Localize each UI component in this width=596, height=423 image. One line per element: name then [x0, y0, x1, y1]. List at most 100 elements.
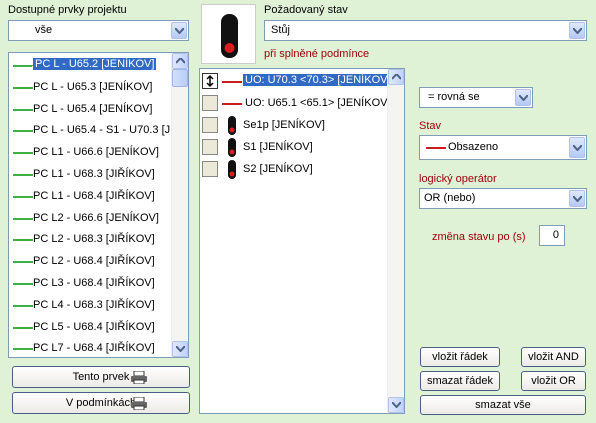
delete-row-button[interactable]: smazat řádek [420, 371, 500, 391]
chevron-down-icon[interactable] [569, 22, 585, 39]
list-item-label: PC L5 - U68.4 [JIŘÍKOV] [33, 320, 155, 333]
track-icon [13, 65, 33, 67]
list-item-label: PC L1 - U66.6 [JENÍKOV] [33, 146, 159, 159]
insert-or-button[interactable]: vložit OR [521, 371, 586, 391]
stav-value: Obsazeno [448, 141, 499, 153]
list-item-label: PC L7 - U68.4 [JIŘÍKOV] [33, 342, 155, 355]
list-item-label: PC L - U65.2 [JENÍKOV] [31, 57, 158, 71]
chevron-down-icon[interactable] [171, 22, 187, 39]
list-item-label: PC L4 - U68.3 [JIŘÍKOV] [33, 298, 155, 311]
condition-row[interactable]: S2 [JENÍKOV] [202, 159, 386, 180]
track-icon [13, 348, 33, 351]
condition-row[interactable]: UO: U70.3 <70.3> [JENÍKOV] [202, 71, 393, 92]
list-item-label: PC L2 - U68.4 [JIŘÍKOV] [33, 255, 155, 268]
scroll-up-icon[interactable] [388, 69, 404, 85]
state-label: Požadovaný stav [264, 4, 348, 16]
track-icon [13, 152, 33, 155]
list-item-label: PC L - U65.3 [JENÍKOV] [33, 80, 153, 93]
stav-select[interactable]: Obsazeno [419, 135, 587, 160]
signal-icon [221, 14, 238, 58]
track-icon [13, 239, 33, 242]
checkbox[interactable] [202, 139, 218, 155]
printer-icon [131, 396, 147, 417]
checkbox[interactable] [202, 161, 218, 177]
list-item[interactable]: PC L1 - U66.6 [JENÍKOV] [11, 142, 170, 163]
track-icon [222, 103, 242, 105]
state-select[interactable]: Stůj [264, 20, 587, 41]
list-item-label: PC L2 - U66.6 [JENÍKOV] [33, 211, 159, 224]
list-item[interactable]: PC L2 - U68.3 [JIŘÍKOV] [11, 229, 170, 250]
scroll-thumb[interactable] [172, 69, 188, 87]
signal-icon [228, 160, 236, 179]
stav-label: Stav [419, 120, 442, 132]
list-item-label: PC L1 - U68.3 [JIŘÍKOV] [33, 168, 155, 180]
operator-value: OR (nebo) [424, 192, 476, 204]
left-title: Dostupné prvky projektu [8, 4, 127, 16]
track-icon [13, 195, 33, 198]
insert-row-button[interactable]: vložit řádek [420, 347, 500, 367]
track-icon [13, 217, 33, 220]
list-scrollbar[interactable] [171, 53, 188, 357]
list-item-label: PC L3 - U68.4 [JIŘÍKOV] [33, 277, 155, 289]
printer-icon [131, 370, 147, 391]
checkbox[interactable] [202, 95, 218, 111]
scroll-down-icon[interactable] [172, 341, 188, 357]
delay-label: změna stavu po (s) [432, 231, 526, 243]
signal-icon [228, 116, 236, 135]
list-item[interactable]: PC L1 - U68.4 [JIŘÍKOV] [11, 186, 170, 207]
scroll-up-icon[interactable] [172, 53, 188, 69]
delay-input[interactable]: 0 [539, 225, 565, 246]
list-item-label: PC L1 - U68.4 [JIŘÍKOV] [33, 189, 155, 202]
condition-row[interactable]: UO: U65.1 <65.1> [JENÍKOV] [202, 93, 391, 114]
insert-and-button[interactable]: vložit AND [521, 347, 586, 367]
list-item[interactable]: PC L1 - U68.3 [JIŘÍKOV] [11, 164, 170, 185]
list-item-label: PC L2 - U68.3 [JIŘÍKOV] [33, 233, 155, 246]
in-conditions-label: V podmínkách [65, 397, 137, 409]
track-icon [13, 174, 33, 176]
signal-icon [228, 138, 236, 157]
track-icon [13, 261, 33, 264]
chevron-down-icon[interactable] [515, 89, 531, 106]
list-item[interactable]: PC L - U65.3 [JENÍKOV] [11, 77, 170, 98]
list-item[interactable]: PC L - U65.4 [JENÍKOV] [11, 99, 170, 120]
filter-select[interactable]: vše [8, 20, 189, 41]
track-icon [13, 108, 33, 111]
condition-label: při splněné podmínce [264, 48, 370, 60]
in-conditions-button[interactable]: V podmínkách [12, 392, 190, 414]
list-item-label: PC L - U65.4 - S1 - U70.3 [JEI [33, 124, 181, 137]
chevron-down-icon[interactable] [569, 137, 585, 158]
track-icon [222, 81, 242, 83]
chevron-down-icon[interactable] [569, 190, 585, 207]
condition-row[interactable]: S1 [JENÍKOV] [202, 137, 386, 158]
condition-text: UO: U65.1 <65.1> [JENÍKOV] [245, 97, 391, 109]
move-handle-icon[interactable] [202, 73, 218, 89]
scroll-down-icon[interactable] [388, 397, 404, 413]
list-item[interactable]: PC L4 - U68.3 [JIŘÍKOV] [11, 295, 170, 316]
compare-select[interactable]: = rovná se [419, 87, 533, 108]
list-item[interactable]: PC L2 - U66.6 [JENÍKOV] [11, 208, 170, 229]
filter-value: vše [35, 24, 53, 36]
track-icon [13, 86, 33, 89]
track-icon [13, 283, 33, 285]
condition-row[interactable]: Se1p [JENÍKOV] [202, 115, 386, 136]
list-item[interactable]: PC L - U65.4 - S1 - U70.3 [JEI [11, 120, 181, 141]
state-value: Stůj [271, 24, 290, 36]
list-item-label: PC L - U65.4 [JENÍKOV] [33, 102, 153, 115]
track-icon [13, 304, 33, 307]
this-element-button[interactable]: Tento prvek [12, 366, 190, 388]
elements-list[interactable]: PC L - U65.2 [JENÍKOV] PC L - U65.3 [JENÍ… [8, 52, 189, 358]
operator-select[interactable]: OR (nebo) [419, 188, 587, 209]
condition-text: S2 [JENÍKOV] [243, 163, 313, 175]
track-icon [13, 326, 33, 329]
list-item[interactable]: PC L - U65.2 [JENÍKOV] [11, 55, 170, 76]
list-item[interactable]: PC L3 - U68.4 [JIŘÍKOV] [11, 273, 170, 294]
list-item[interactable]: PC L5 - U68.4 [JIŘÍKOV] [11, 317, 170, 338]
conditions-scrollbar[interactable] [387, 69, 404, 413]
checkbox[interactable] [202, 117, 218, 133]
operator-label: logický operátor [419, 173, 497, 185]
list-item[interactable]: PC L7 - U68.4 [JIŘÍKOV] [11, 338, 170, 357]
list-item[interactable]: PC L2 - U68.4 [JIŘÍKOV] [11, 251, 170, 272]
conditions-list[interactable]: UO: U70.3 <70.3> [JENÍKOV] UO: U65.1 <65… [199, 68, 405, 414]
delete-all-button[interactable]: smazat vše [420, 395, 586, 415]
condition-text: UO: U70.3 <70.3> [JENÍKOV] [243, 74, 393, 86]
